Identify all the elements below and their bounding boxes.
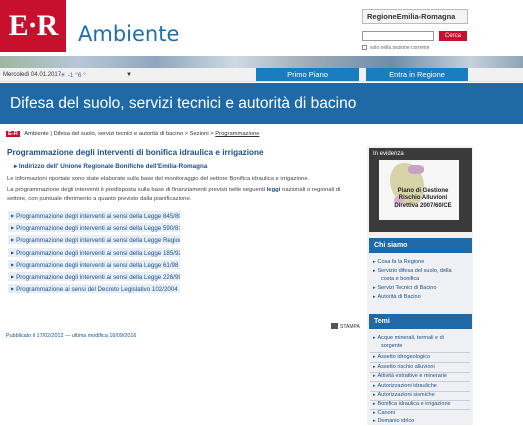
sidebar-item[interactable]: Assetto rischio alluvioni <box>373 364 468 372</box>
list-item[interactable]: Programmazione degli interventi ai sensi… <box>8 235 180 244</box>
search-button[interactable]: Cerca <box>439 31 467 41</box>
regione-link[interactable]: RegioneEmilia-Romagna <box>362 9 468 24</box>
sidebar-item[interactable]: Bonifica idraulica e irrigazione <box>373 401 468 409</box>
evidenza-title: In evidenza <box>373 151 404 157</box>
breadcrumb: E-R Ambiente | Difesa del suolo, servizi… <box>6 131 260 137</box>
search-input[interactable] <box>362 31 434 41</box>
temi-header: Temi <box>369 314 472 329</box>
sidebar-item[interactable]: Servizio difesa del suolo, della <box>373 268 468 276</box>
tab-primo-piano[interactable]: Primo Piano <box>256 68 359 81</box>
weather-readout[interactable]: ☀ -1 °6 ° <box>60 71 86 79</box>
banner-image <box>0 56 523 68</box>
print-button[interactable]: STAMPA <box>331 323 360 330</box>
section-title: Difesa del suolo, servizi tecnici e auto… <box>10 95 357 112</box>
search-scope-option[interactable]: solo nella sezione corrente <box>362 45 429 51</box>
sidebar-item[interactable]: Attività estrattive e minerarie <box>373 373 468 381</box>
paragraph-text: La programmazione degli interventi è pre… <box>7 187 266 193</box>
list-item[interactable]: Programmazione ai sensi del Decreto Legi… <box>8 284 180 293</box>
print-label: STAMPA <box>340 324 360 330</box>
list-item[interactable]: Programmazione degli interventi ai sensi… <box>8 260 180 269</box>
brand-title[interactable]: Ambiente <box>78 22 179 46</box>
breadcrumb-item[interactable]: Sezioni <box>190 131 209 137</box>
search-scope-label: solo nella sezione corrente <box>370 45 430 51</box>
caption-line: Rischio Alluvioni <box>398 195 448 202</box>
intro-paragraph: Le informazioni riportate sono state ela… <box>7 176 310 182</box>
sidebar-item[interactable]: Autorità di Bacino <box>373 294 468 302</box>
subtitle-text: Indirizzo dell' Unione Regionale Bonific… <box>18 163 208 170</box>
current-date: Mercoledì 04.01.2017 <box>3 72 62 78</box>
sidebar-item[interactable]: costa e bonifica <box>379 276 469 284</box>
sun-icon: ☀ <box>60 72 66 79</box>
sidebar-item[interactable]: Cosa fa la Regione <box>373 259 468 267</box>
breadcrumb-item[interactable]: Ambiente <box>24 131 49 137</box>
list-item[interactable]: Programmazione degli interventi ai sensi… <box>8 272 180 281</box>
breadcrumb-current[interactable]: Programmazione <box>215 131 259 137</box>
printer-icon <box>331 323 338 329</box>
sidebar-item[interactable]: Canoni <box>373 410 468 418</box>
breadcrumb-home-badge[interactable]: E-R <box>6 131 20 137</box>
page-title: Programmazione degli interventi di bonif… <box>7 148 264 157</box>
chevron-down-icon[interactable]: ▼ <box>126 72 132 78</box>
map-shape <box>408 165 424 174</box>
leggi-link[interactable]: leggi <box>267 187 281 193</box>
tab-entra-in-regione[interactable]: Entra in Regione <box>366 68 468 81</box>
divider <box>370 381 470 382</box>
publication-info: Pubblicato il 17/02/2012 — ultima modifi… <box>6 333 137 339</box>
divider <box>370 362 470 363</box>
chi-siamo-header: Chi siamo <box>369 238 472 253</box>
caption-line: Piano di Gestione <box>397 188 449 194</box>
sidebar-item[interactable]: Demanio idrico <box>373 418 468 426</box>
checkbox[interactable] <box>362 45 367 50</box>
temperature: -1 °6 ° <box>67 72 86 79</box>
sidebar-item[interactable]: Autorizzazioni idrauliche <box>373 383 468 391</box>
sidebar-item[interactable]: Acque minerali, termali e di <box>373 335 468 343</box>
evidenza-caption[interactable]: Piano di Gestione Rischio Alluvioni Dire… <box>383 188 463 210</box>
sidebar-item[interactable]: Assetto idrogeologico <box>373 354 468 362</box>
divider <box>370 352 470 353</box>
caption-line: Direttiva 2007/60/CE <box>394 202 452 209</box>
list-item[interactable]: Programmazione degli interventi ai sensi… <box>8 211 180 220</box>
description-paragraph: La programmazione degli interventi è pre… <box>7 186 347 204</box>
subtitle-link[interactable]: ▸ Indirizzo dell' Unione Regionale Bonif… <box>14 163 207 170</box>
breadcrumb-item[interactable]: Difesa del suolo, servizi tecnici e auto… <box>54 131 184 137</box>
er-logo[interactable]: E·R <box>0 0 66 52</box>
sidebar-item[interactable]: Autorizzazioni sismiche <box>373 392 468 400</box>
list-item[interactable]: Programmazione degli interventi ai sensi… <box>8 223 180 232</box>
sidebar-item[interactable]: sorgente <box>379 343 469 351</box>
sidebar-item[interactable]: Servizi Tecnici di Bacino <box>373 285 468 293</box>
list-item[interactable]: Programmazione degli interventi ai sensi… <box>8 248 180 257</box>
